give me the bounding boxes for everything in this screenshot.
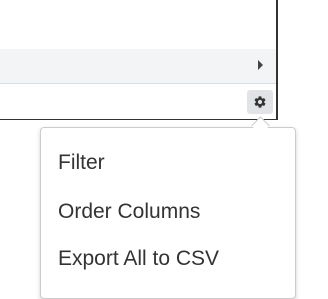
table-footer	[0, 84, 276, 119]
table-settings-button[interactable]	[247, 90, 273, 114]
table-scroll-area	[0, 49, 276, 84]
menu-item-filter[interactable]: Filter	[58, 152, 105, 173]
settings-dropdown-menu: Filter Order Columns Export All to CSV	[40, 127, 296, 299]
caret-right-icon[interactable]	[258, 60, 263, 70]
menu-item-export-csv[interactable]: Export All to CSV	[58, 248, 219, 269]
column-divider	[276, 0, 278, 120]
menu-item-order-columns[interactable]: Order Columns	[58, 201, 200, 222]
gear-icon	[253, 95, 267, 109]
table-bottom-border	[0, 119, 278, 120]
